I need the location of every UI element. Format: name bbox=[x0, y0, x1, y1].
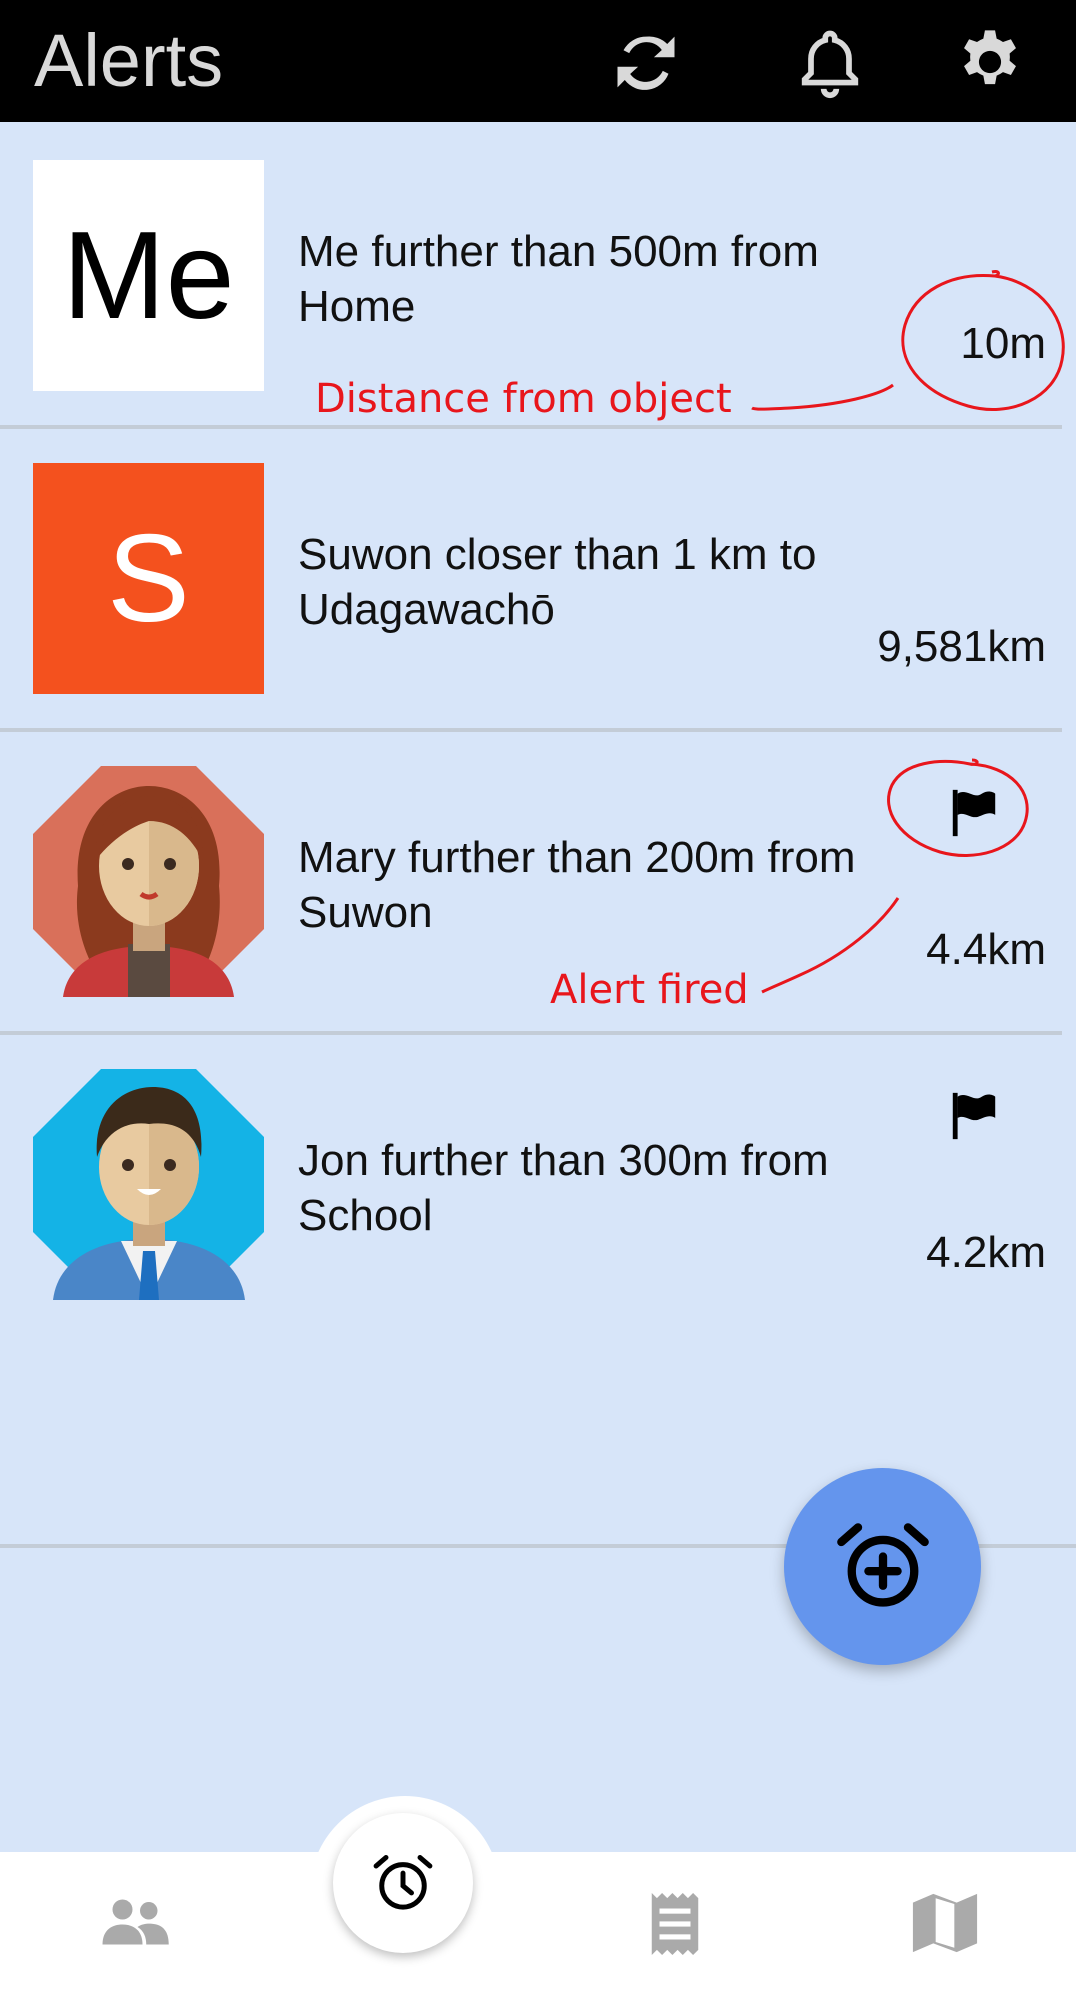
page-title: Alerts bbox=[34, 19, 224, 102]
flag-icon bbox=[946, 1089, 1002, 1143]
nav-item-alerts[interactable] bbox=[333, 1813, 473, 1953]
refresh-icon[interactable] bbox=[608, 24, 684, 100]
alert-description: Suwon closer than 1 km to Udagawachō bbox=[298, 530, 817, 634]
alert-description: Mary further than 200m from Suwon bbox=[298, 833, 856, 937]
alert-item[interactable]: Mary further than 200m from Suwon 4.4km bbox=[0, 728, 1076, 1031]
alert-description: Me further than 500m from Home bbox=[298, 227, 819, 331]
receipt-icon[interactable] bbox=[648, 1893, 702, 1955]
alert-item[interactable]: S Suwon closer than 1 km to Udagawachō 9… bbox=[0, 425, 1076, 728]
settings-gear-icon[interactable] bbox=[952, 24, 1028, 100]
distance-label: 4.2km bbox=[926, 1228, 1046, 1277]
avatar: S bbox=[33, 463, 264, 694]
distance-label: 4.4km bbox=[926, 925, 1046, 974]
map-icon[interactable] bbox=[910, 1888, 980, 1958]
man-avatar-icon bbox=[33, 1069, 264, 1300]
app-header: Alerts bbox=[0, 0, 1076, 122]
bell-icon[interactable] bbox=[792, 24, 868, 100]
annotation-fired-label: Alert fired bbox=[550, 967, 749, 1013]
avatar-letter: Me bbox=[33, 160, 264, 391]
avatar-letter: S bbox=[33, 463, 264, 694]
flag-icon bbox=[946, 786, 1002, 840]
distance-label: 9,581km bbox=[877, 622, 1046, 671]
alert-item[interactable]: Jon further than 300m from School 4.2km bbox=[0, 1031, 1076, 1334]
alert-description: Jon further than 300m from School bbox=[298, 1136, 829, 1240]
add-alarm-icon bbox=[836, 1522, 929, 1607]
annotation-distance-label: Distance from object bbox=[315, 376, 732, 422]
distance-label: 10m bbox=[960, 319, 1046, 368]
woman-avatar-icon bbox=[33, 766, 264, 997]
add-alert-button[interactable] bbox=[784, 1468, 981, 1665]
avatar: Me bbox=[33, 160, 264, 391]
people-icon[interactable] bbox=[100, 1896, 170, 1948]
alarm-clock-icon bbox=[373, 1855, 433, 1910]
